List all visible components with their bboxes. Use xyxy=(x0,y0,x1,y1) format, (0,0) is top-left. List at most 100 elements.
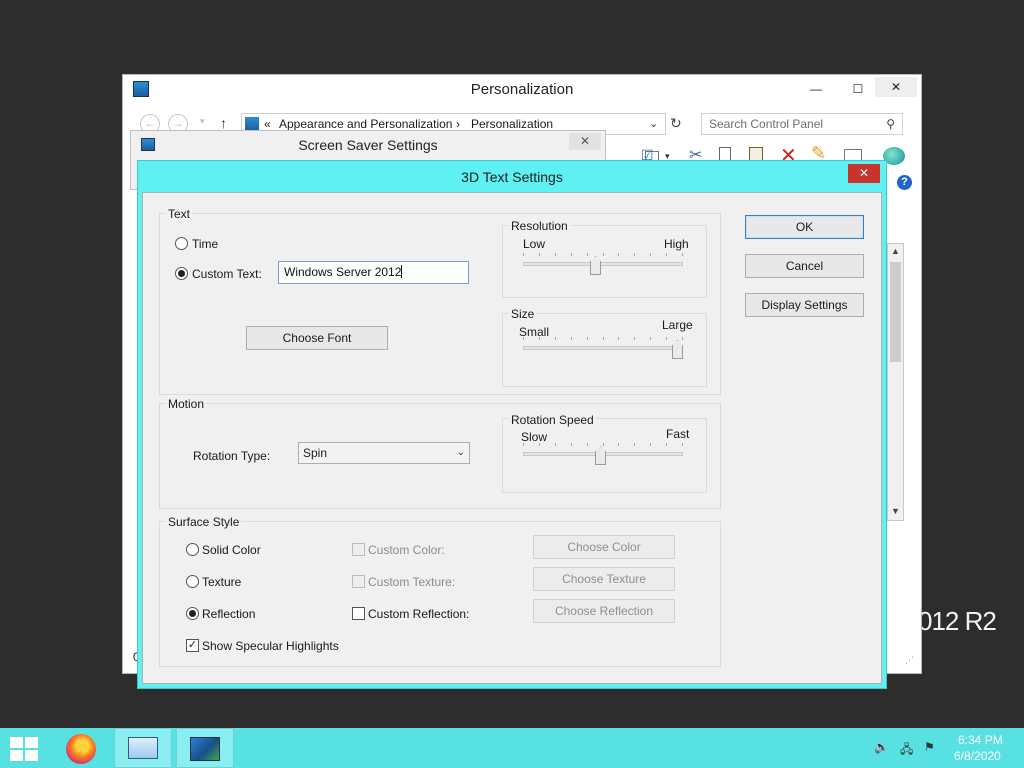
breadcrumb-personalization[interactable]: Personalization xyxy=(471,117,553,131)
maximize-icon[interactable]: ☐ xyxy=(845,79,871,99)
slider-tick xyxy=(571,337,572,340)
slider-tick xyxy=(555,253,556,256)
slider-tick xyxy=(555,337,556,340)
slider-tick xyxy=(555,443,556,446)
resolution-low-label: Low xyxy=(523,237,546,251)
rotation-type-value: Spin xyxy=(303,446,328,460)
clock-date[interactable]: 6/8/2020 xyxy=(954,749,1001,763)
address-chevrons: « xyxy=(264,117,271,131)
slider-track[interactable] xyxy=(523,346,683,350)
scroll-up-icon[interactable]: ▲ xyxy=(891,246,900,256)
screen-saver-close-icon[interactable]: ✕ xyxy=(569,133,601,150)
reflection-radio[interactable] xyxy=(186,607,199,620)
dialog-client: Text Time Custom Text: Windows Server 20… xyxy=(142,192,882,684)
slider-tick xyxy=(587,253,588,256)
minimize-icon[interactable]: — xyxy=(803,79,829,99)
choose-reflection-button[interactable]: Choose Reflection xyxy=(533,599,675,623)
slider-track[interactable] xyxy=(523,262,683,266)
screen-saver-title: Screen Saver Settings xyxy=(298,137,438,153)
motion-group-label: Motion xyxy=(166,397,207,411)
cancel-button[interactable]: Cancel xyxy=(745,254,864,278)
size-label: Size xyxy=(509,307,537,321)
taskbar-control-panel[interactable] xyxy=(114,728,172,768)
slider-tick xyxy=(523,443,524,446)
resize-grip-icon[interactable]: ⋰ xyxy=(905,655,914,666)
slider-tick xyxy=(603,253,604,256)
text-cursor xyxy=(401,265,403,278)
custom-text-label[interactable]: Custom Text: xyxy=(192,267,262,281)
slider-tick xyxy=(666,443,667,446)
rotation-speed-slow-label: Slow xyxy=(521,430,548,444)
text-group-label: Text xyxy=(166,207,193,221)
close-icon[interactable]: ✕ xyxy=(875,77,917,97)
texture-label[interactable]: Texture xyxy=(202,575,241,589)
search-icon[interactable]: ⚲ xyxy=(886,114,895,134)
slider-tick xyxy=(618,253,619,256)
rotation-speed-slider[interactable] xyxy=(523,443,683,467)
resolution-high-label: High xyxy=(664,237,689,251)
address-dropdown-icon[interactable]: ⌄ xyxy=(649,117,658,130)
slider-tick xyxy=(682,253,683,256)
slider-tick xyxy=(587,337,588,340)
taskbar-firefox[interactable] xyxy=(52,728,110,768)
scroll-thumb[interactable] xyxy=(890,262,901,362)
time-label[interactable]: Time xyxy=(192,237,218,251)
slider-tick xyxy=(539,443,540,446)
breadcrumb-appearance[interactable]: Appearance and Personalization xyxy=(279,117,452,131)
reflection-label[interactable]: Reflection xyxy=(202,607,255,621)
rotation-speed-fast-label: Fast xyxy=(666,427,690,441)
resolution-slider[interactable] xyxy=(523,253,683,277)
scroll-down-icon[interactable]: ▼ xyxy=(891,506,900,516)
slider-tick xyxy=(603,337,604,340)
slider-thumb[interactable] xyxy=(590,256,601,275)
rotation-speed-label: Rotation Speed xyxy=(509,413,596,427)
custom-text-radio[interactable] xyxy=(175,267,188,280)
slider-thumb[interactable] xyxy=(595,446,606,465)
help-icon[interactable]: ? xyxy=(897,175,912,190)
slider-tick xyxy=(571,443,572,446)
speaker-muted-icon[interactable]: 🔈 xyxy=(874,740,889,754)
dialog-close-button[interactable]: ✕ xyxy=(848,164,880,183)
size-slider[interactable] xyxy=(523,337,683,361)
clock-time[interactable]: 6:34 PM xyxy=(958,733,1003,747)
choose-color-button[interactable]: Choose Color xyxy=(533,535,675,559)
slider-tick xyxy=(539,337,540,340)
custom-text-input[interactable]: Windows Server 2012 xyxy=(278,261,469,284)
refresh-icon[interactable]: ↻ xyxy=(670,115,682,132)
slider-tick xyxy=(571,253,572,256)
time-radio[interactable] xyxy=(175,237,188,250)
slider-tick xyxy=(539,253,540,256)
start-button[interactable] xyxy=(10,737,38,761)
content-scrollbar[interactable]: ▲ ▼ xyxy=(887,243,904,521)
ok-button[interactable]: OK xyxy=(745,215,864,239)
custom-color-label: Custom Color: xyxy=(368,543,445,557)
search-input[interactable]: Search Control Panel ⚲ xyxy=(701,113,903,135)
network-icon[interactable]: 🖧 xyxy=(900,740,913,761)
action-center-flag-icon[interactable]: ⚑ xyxy=(924,740,935,754)
custom-reflection-checkbox[interactable] xyxy=(352,607,365,620)
choose-font-button[interactable]: Choose Font xyxy=(246,326,388,350)
specular-highlights-checkbox[interactable]: ✓ xyxy=(186,639,199,652)
custom-texture-label: Custom Texture: xyxy=(368,575,456,589)
slider-tick xyxy=(634,443,635,446)
personalization-title: Personalization xyxy=(123,75,921,105)
up-arrow-icon[interactable]: ↑ xyxy=(220,115,227,131)
copy-icon[interactable] xyxy=(719,147,731,161)
texture-radio[interactable] xyxy=(186,575,199,588)
display-settings-button[interactable]: Display Settings xyxy=(745,293,864,317)
custom-reflection-label[interactable]: Custom Reflection: xyxy=(368,607,469,621)
control-panel-icon xyxy=(133,81,149,97)
slider-thumb[interactable] xyxy=(672,340,683,359)
solid-color-radio[interactable] xyxy=(186,543,199,556)
custom-texture-checkbox[interactable] xyxy=(352,575,365,588)
solid-color-label[interactable]: Solid Color xyxy=(202,543,261,557)
slider-tick xyxy=(650,337,651,340)
recent-dropdown-icon[interactable]: ▾ xyxy=(200,116,205,127)
taskbar-personalization[interactable] xyxy=(176,728,234,768)
specular-highlights-label[interactable]: Show Specular Highlights xyxy=(202,639,339,653)
custom-color-checkbox[interactable] xyxy=(352,543,365,556)
personalization-taskbar-icon xyxy=(190,737,220,761)
desktop-os-watermark: 012 R2 xyxy=(918,606,997,636)
choose-texture-button[interactable]: Choose Texture xyxy=(533,567,675,591)
rotation-type-select[interactable]: Spin ⌄ xyxy=(298,442,470,464)
